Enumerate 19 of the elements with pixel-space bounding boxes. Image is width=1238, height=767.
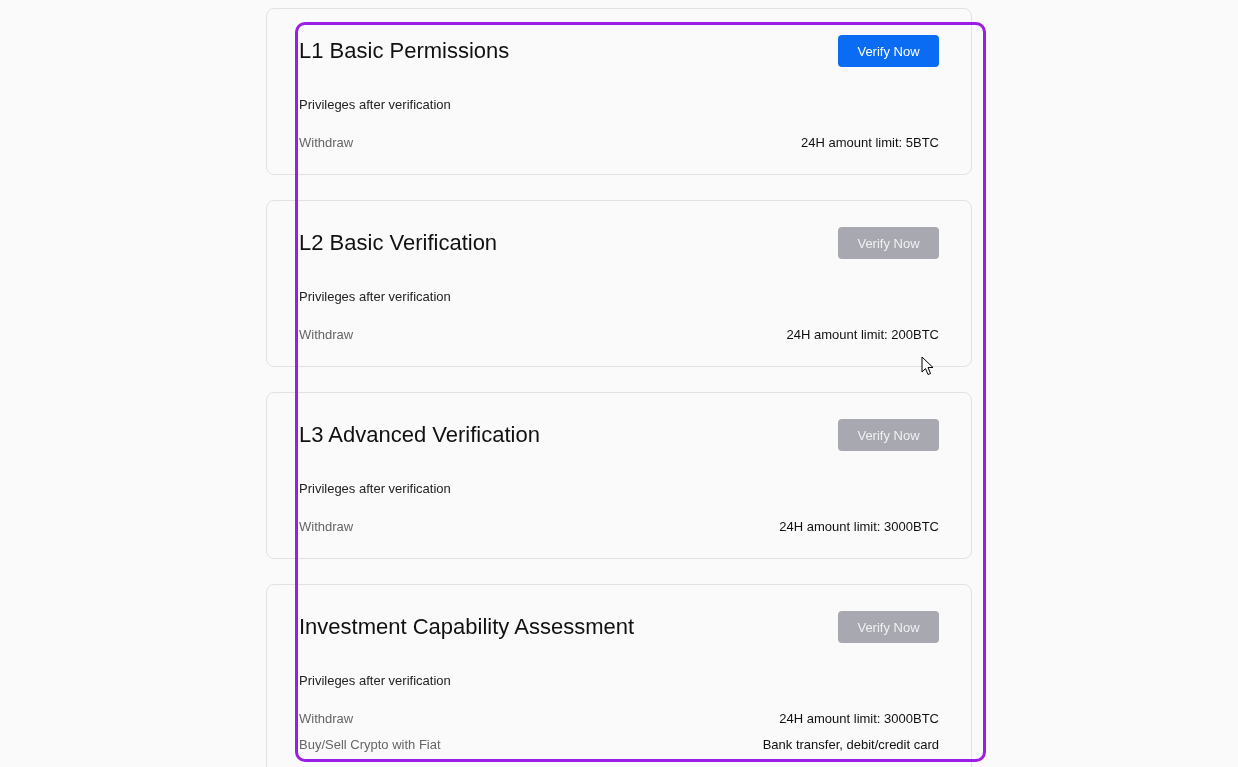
- level-title: L1 Basic Permissions: [299, 38, 510, 64]
- privilege-value: 24H amount limit: 5BTC: [801, 134, 939, 152]
- privilege-name: Withdraw: [299, 710, 354, 728]
- privileges-label: Privileges after verification: [299, 672, 452, 690]
- privileges-label: Privileges after verification: [299, 480, 452, 498]
- privilege-value: 24H amount limit: 3000BTC: [779, 710, 939, 728]
- level-title: L3 Advanced Verification: [299, 422, 540, 448]
- level-title: Investment Capability Assessment: [299, 614, 635, 640]
- privilege-name: Withdraw: [299, 326, 354, 344]
- privilege-value: Bank transfer, debit/credit card: [762, 736, 939, 754]
- privilege-value: 24H amount limit: 200BTC: [786, 326, 939, 344]
- privileges-label: Privileges after verification: [299, 96, 452, 114]
- privilege-value: 24H amount limit: 3000BTC: [779, 518, 939, 536]
- privileges-label: Privileges after verification: [299, 288, 452, 306]
- verify-button[interactable]: Verify Now: [838, 35, 939, 67]
- privilege-name: Withdraw: [299, 134, 354, 152]
- privilege-name: Withdraw: [299, 518, 354, 536]
- privilege-name: Buy/Sell Crypto with Fiat: [299, 736, 441, 754]
- level-title: L2 Basic Verification: [299, 230, 498, 256]
